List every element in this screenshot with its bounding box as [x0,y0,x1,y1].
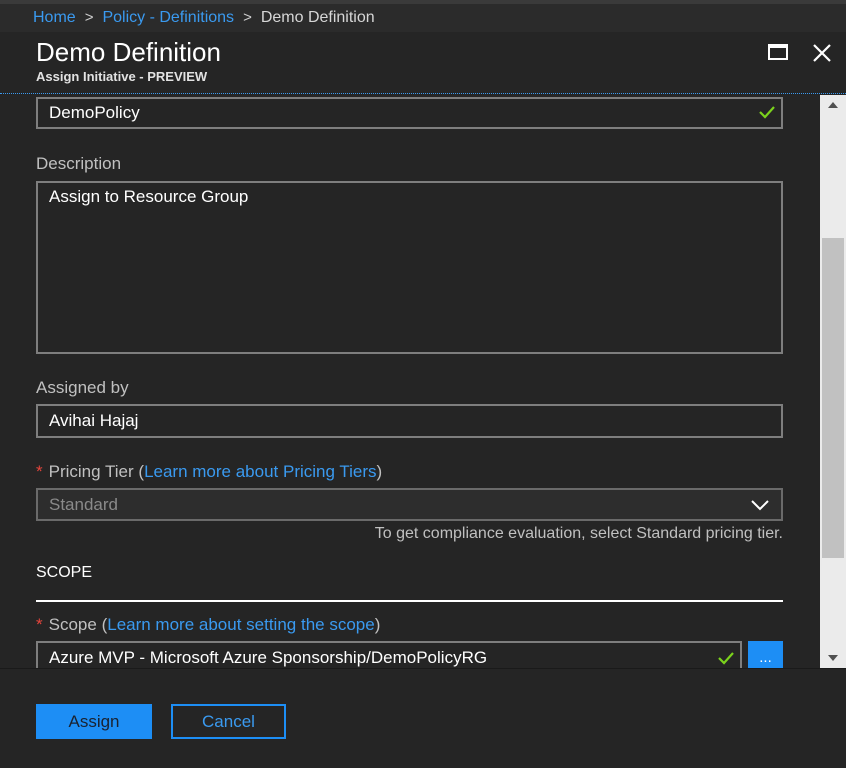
description-label: Description [36,154,122,173]
scope-section-heading: SCOPE [36,564,93,581]
scope-label-text: Scope [48,615,97,634]
chevron-right-icon: > [243,9,252,26]
breadcrumb-home[interactable]: Home [33,9,76,26]
scrollbar[interactable] [820,95,846,668]
breadcrumb-current: Demo Definition [260,9,375,26]
scope-input[interactable]: Azure MVP - Microsoft Azure Sponsorship/… [36,641,742,668]
page-subtitle: Assign Initiative - PREVIEW [36,69,208,84]
required-marker: * [36,615,43,634]
scope-label: * Scope (Learn more about setting the sco… [36,615,380,635]
assignment-name-input[interactable]: DemoPolicy [36,97,783,129]
pricing-tiers-learn-more-link[interactable]: Learn more about Pricing Tiers [144,462,376,481]
scope-learn-more-link[interactable]: Learn more about setting the scope [107,615,374,634]
description-value: Assign to Resource Group [49,187,249,206]
pricing-tier-value: Standard [49,495,118,514]
scope-browse-button[interactable]: ... [748,641,783,668]
header-divider [0,93,846,94]
cancel-button[interactable]: Cancel [171,704,286,739]
assigned-by-value: Avihai Hajaj [49,411,139,430]
scope-value: Azure MVP - Microsoft Azure Sponsorship/… [49,648,488,667]
pricing-tier-select[interactable]: Standard [36,488,783,521]
chevron-down-icon [751,500,769,511]
description-textarea[interactable]: Assign to Resource Group [36,181,783,354]
breadcrumb: Home > Policy - Definitions > Demo Definitio… [0,4,846,32]
breadcrumb-policy-definitions[interactable]: Policy - Definitions [102,9,234,26]
pricing-tier-hint: To get compliance evaluation, select Sta… [374,525,783,542]
assigned-by-input[interactable]: Avihai Hajaj [36,404,783,438]
pricing-tier-label: * Pricing Tier (Learn more about Pricing … [36,462,382,482]
checkmark-icon [718,652,734,665]
assign-button[interactable]: Assign [36,704,152,739]
scrollbar-thumb[interactable] [822,238,844,558]
assigned-by-label: Assigned by [36,378,129,397]
pricing-tier-label-text: Pricing Tier [48,462,134,481]
scroll-down-icon[interactable] [820,648,846,668]
assignment-name-value: DemoPolicy [49,103,140,122]
chevron-right-icon: > [84,9,94,26]
paren-close: ) [374,615,381,634]
assignment-form: DemoPolicy Description Assign to Resourc… [0,95,820,668]
page-title: Demo Definition [36,37,221,67]
required-marker: * [36,462,43,481]
maximize-icon[interactable] [768,44,788,61]
close-icon[interactable] [811,42,833,64]
footer-divider [0,668,846,669]
checkmark-icon [759,106,775,119]
scroll-up-icon[interactable] [820,95,846,115]
paren-close: ) [376,462,383,481]
scope-section-divider [36,600,783,602]
blade-header: Demo Definition Assign Initiative - PREV… [0,32,846,94]
